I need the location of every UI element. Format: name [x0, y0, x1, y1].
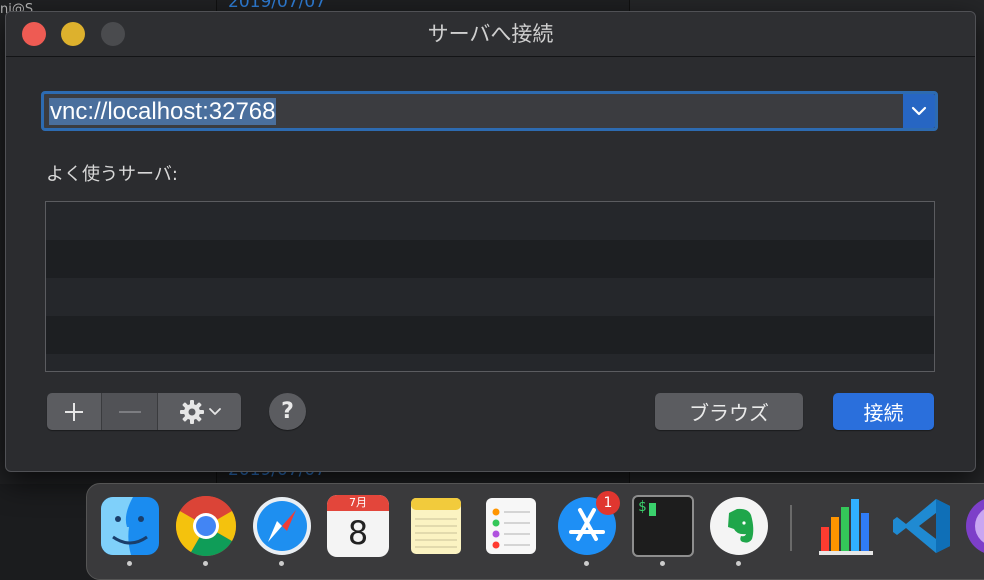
- server-address-combobox[interactable]: vnc://localhost:32768: [41, 91, 938, 131]
- favorites-segmented-control: [47, 393, 241, 430]
- terminal-icon[interactable]: $: [632, 495, 694, 557]
- terminal-cursor: [649, 503, 656, 516]
- calendar-month: 7月: [327, 495, 389, 511]
- running-indicator: [584, 561, 589, 566]
- server-history-dropdown[interactable]: [903, 94, 935, 128]
- minus-icon: [118, 410, 141, 413]
- notification-badge: 1: [596, 491, 620, 515]
- list-row: [46, 316, 934, 354]
- chevron-down-icon: [208, 407, 221, 415]
- evernote-icon[interactable]: [708, 495, 770, 557]
- connect-button[interactable]: 接続: [833, 393, 934, 430]
- server-address-input[interactable]: vnc://localhost:32768: [49, 97, 899, 127]
- chrome-icon[interactable]: [175, 495, 237, 557]
- help-button[interactable]: ?: [269, 393, 306, 430]
- favorite-servers-list[interactable]: [45, 201, 935, 372]
- dock-separator: [790, 505, 792, 551]
- action-menu-button[interactable]: [158, 393, 241, 430]
- list-row: [46, 278, 934, 316]
- running-indicator: [660, 561, 665, 566]
- connect-to-server-dialog: サーバへ接続 vnc://localhost:32768 よく使うサーバ: ? …: [5, 11, 976, 472]
- list-row: [46, 240, 934, 278]
- finder-icon[interactable]: [99, 495, 161, 557]
- reminders-icon[interactable]: [480, 495, 542, 557]
- running-indicator: [127, 561, 132, 566]
- add-favorite-button[interactable]: [47, 393, 102, 430]
- calendar-icon[interactable]: 7月 8: [327, 495, 389, 557]
- notes-icon[interactable]: [405, 495, 467, 557]
- chevron-down-icon: [911, 106, 927, 116]
- window-title: サーバへ接続: [427, 22, 554, 46]
- running-indicator: [736, 561, 741, 566]
- list-row: [46, 354, 934, 371]
- running-indicator: [203, 561, 208, 566]
- server-address-text: vnc://localhost:32768: [49, 98, 277, 125]
- terminal-prompt: $: [638, 499, 647, 515]
- gear-icon: [179, 399, 204, 424]
- browse-button[interactable]: ブラウズ: [655, 393, 803, 430]
- calendar-day: 8: [347, 514, 369, 552]
- running-indicator: [279, 561, 284, 566]
- titlebar: サーバへ接続: [6, 12, 975, 57]
- list-row: [46, 202, 934, 240]
- remove-favorite-button[interactable]: [102, 393, 158, 430]
- safari-icon[interactable]: [251, 495, 313, 557]
- numbers-icon[interactable]: [815, 495, 877, 557]
- favorites-label: よく使うサーバ:: [46, 164, 178, 185]
- vscode-icon[interactable]: [892, 495, 954, 557]
- plus-icon: [65, 402, 83, 421]
- app-icon[interactable]: [965, 495, 984, 557]
